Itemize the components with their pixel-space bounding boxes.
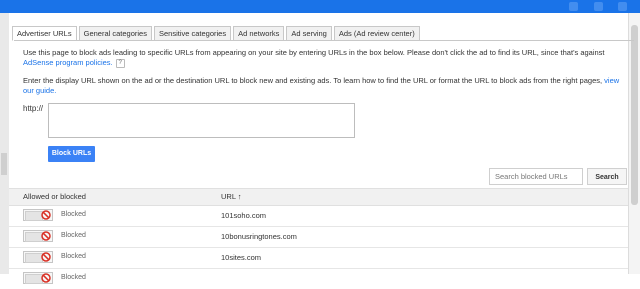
header-url[interactable]: URL ↑ [221,192,242,201]
notifications-icon[interactable] [594,2,603,11]
instructions-text: Enter the display URL shown on the ad or… [23,76,628,96]
tab-bar: Advertiser URLs General categories Sensi… [12,26,422,41]
tab-ad-serving[interactable]: Ad serving [286,26,332,41]
blocked-icon [41,210,51,220]
tab-ad-review-center[interactable]: Ads (Ad review center) [333,26,420,41]
url-cell: 10sites.com [221,253,262,262]
table-row: Blocked 10bonusringtones.com [9,226,628,248]
top-bar [0,0,640,13]
intro-text: Use this page to block ads leading to sp… [23,48,628,68]
status-label: Blocked [61,232,86,239]
tab-sensitive-categories[interactable]: Sensitive categories [153,26,232,41]
scrollbar[interactable] [628,13,640,274]
status-label: Blocked [61,274,86,281]
table-header: Allowed or blocked URL ↑ [9,188,628,206]
search-input[interactable]: Search blocked URLs [489,168,583,185]
scrollbar-thumb[interactable] [631,25,638,205]
help-icon[interactable]: ? [115,58,125,68]
header-status[interactable]: Allowed or blocked [23,192,86,201]
tab-divider [14,40,634,41]
tab-advertiser-urls[interactable]: Advertiser URLs [12,26,77,41]
url-cell: 10bonusringtones.com [221,232,297,241]
search-button[interactable]: Search [587,168,627,185]
account-icon[interactable] [618,2,627,11]
intro-line: Use this page to block ads leading to sp… [23,48,605,57]
url-cell: 101soho.com [221,211,267,220]
table-row: Blocked 10sites.com [9,247,628,269]
url-prefix-label: http:// [23,104,44,113]
table-row: Blocked [9,268,628,289]
instructions-line: Enter the display URL shown on the ad or… [23,76,603,85]
status-label: Blocked [61,211,86,218]
blocked-icon [41,252,51,262]
tab-ad-networks[interactable]: Ad networks [233,26,285,41]
apps-icon[interactable] [569,2,578,11]
collapse-handle[interactable] [1,153,7,175]
adsense-policies-link[interactable]: AdSense program policies. [23,58,113,67]
blocked-icon [41,273,51,283]
table-row: Blocked 101soho.com [9,205,628,227]
status-label: Blocked [61,253,86,260]
blocked-icon [41,231,51,241]
url-entry-field[interactable] [48,103,355,138]
block-urls-button[interactable]: Block URLs [48,146,95,162]
tab-general-categories[interactable]: General categories [78,26,152,41]
